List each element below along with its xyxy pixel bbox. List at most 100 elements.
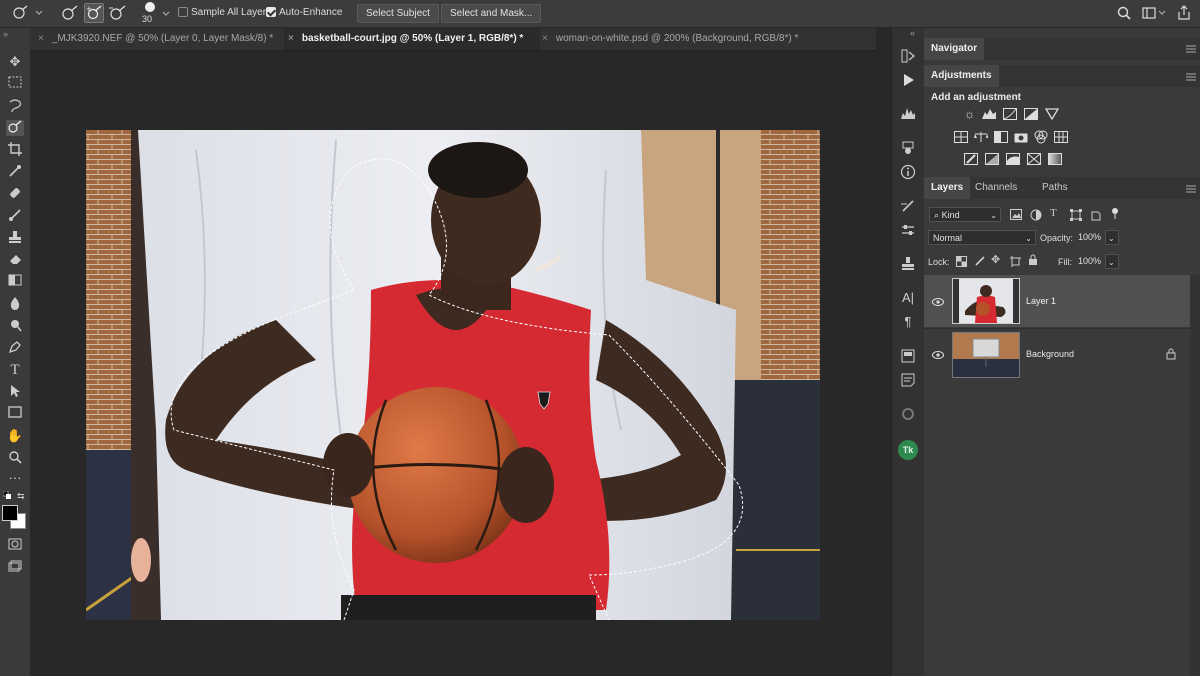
filter-adjustment-icon[interactable] xyxy=(1030,209,1042,224)
threshold-icon[interactable] xyxy=(1006,153,1020,168)
info-icon[interactable] xyxy=(899,164,917,180)
layer-row[interactable]: Layer 1 xyxy=(924,275,1190,327)
more-icon[interactable]: ··· xyxy=(6,470,24,486)
photo-filter-icon[interactable] xyxy=(1014,131,1028,146)
brush-icon[interactable] xyxy=(6,208,24,224)
filter-smart-object-icon[interactable] xyxy=(1090,209,1102,224)
share-icon[interactable] xyxy=(1176,4,1192,22)
opacity-dropdown[interactable]: ⌄ xyxy=(1105,230,1119,245)
eraser-icon[interactable] xyxy=(6,252,24,268)
default-colors-icon[interactable] xyxy=(2,490,13,501)
lock-image-pixels-icon[interactable] xyxy=(974,255,986,270)
marquee-icon[interactable] xyxy=(6,76,24,92)
layer-row[interactable]: Background xyxy=(924,329,1190,381)
lock-artboard-icon[interactable] xyxy=(1010,256,1021,270)
rectangle-icon[interactable] xyxy=(6,406,24,422)
clone-stamp-icon[interactable] xyxy=(6,230,24,246)
panel-collapse-icon[interactable]: « xyxy=(910,28,915,38)
brush-size-picker[interactable]: 30 xyxy=(140,1,172,26)
history-icon[interactable] xyxy=(899,48,917,64)
eyedropper-icon[interactable] xyxy=(6,164,24,180)
filter-type-icon[interactable]: T xyxy=(1050,207,1057,219)
auto-enhance-checkbox[interactable] xyxy=(266,7,276,17)
panel-menu-icon[interactable] xyxy=(1186,184,1196,193)
character-icon[interactable]: A| xyxy=(899,290,917,306)
gradient-map-icon[interactable] xyxy=(1048,153,1062,168)
adjustments-tab[interactable]: Adjustments xyxy=(924,65,999,87)
zoom-icon[interactable] xyxy=(6,450,24,466)
layer-filter-kind-select[interactable]: ⌕ Kind ⌄ xyxy=(929,207,1001,222)
sample-all-layers-checkbox[interactable] xyxy=(178,7,188,17)
close-tab-icon[interactable]: × xyxy=(542,33,548,44)
select-subject-button[interactable]: Select Subject xyxy=(357,4,439,23)
search-icon[interactable] xyxy=(1116,5,1132,21)
document-tab[interactable]: × woman-on-white.psd @ 200% (Background, … xyxy=(540,28,842,50)
panel-menu-icon[interactable] xyxy=(1186,72,1196,81)
hand-icon[interactable]: ✋ xyxy=(6,428,24,444)
layers-scrollbar[interactable] xyxy=(1190,275,1200,676)
filter-pixel-icon[interactable] xyxy=(1010,209,1022,223)
tool-preset-picker[interactable] xyxy=(10,5,43,21)
panel-menu-icon[interactable] xyxy=(1186,44,1196,53)
close-tab-icon[interactable]: × xyxy=(38,33,44,44)
brushes-icon[interactable] xyxy=(899,198,917,214)
curves-icon[interactable] xyxy=(1003,108,1017,123)
healing-brush-icon[interactable] xyxy=(6,186,24,202)
paragraph-icon[interactable]: ¶ xyxy=(899,314,917,330)
subtract-from-selection-brush-icon[interactable] xyxy=(108,4,128,22)
paths-tab[interactable]: Paths xyxy=(1035,177,1075,199)
channels-tab[interactable]: Channels xyxy=(968,177,1024,199)
tool-presets-icon[interactable] xyxy=(899,222,917,238)
brush-settings-icon[interactable] xyxy=(899,140,917,156)
lock-all-icon[interactable] xyxy=(1028,254,1038,269)
hue-saturation-icon[interactable] xyxy=(954,131,968,146)
path-selection-icon[interactable] xyxy=(6,384,24,400)
lock-position-icon[interactable]: ✥ xyxy=(991,253,1000,266)
levels-icon[interactable] xyxy=(982,108,996,123)
libraries-icon[interactable] xyxy=(899,348,917,364)
color-lookup-icon[interactable] xyxy=(1054,131,1068,146)
blend-mode-select[interactable]: Normal ⌄ xyxy=(928,230,1036,245)
exposure-icon[interactable] xyxy=(1024,108,1038,123)
color-balance-icon[interactable] xyxy=(974,131,989,146)
document-canvas[interactable] xyxy=(86,130,820,620)
selective-color-icon[interactable] xyxy=(1027,153,1041,168)
quick-mask-icon[interactable] xyxy=(6,538,24,554)
histogram-icon[interactable] xyxy=(899,106,917,122)
lock-transparent-pixels-icon[interactable] xyxy=(956,256,967,270)
notes-icon[interactable] xyxy=(899,372,917,388)
document-tab[interactable]: × _MJK3920.NEF @ 50% (Layer 0, Layer Mask… xyxy=(36,28,282,50)
actions-play-icon[interactable] xyxy=(899,72,917,88)
dodge-icon[interactable] xyxy=(6,318,24,334)
type-icon[interactable]: T xyxy=(6,362,24,378)
layer-visibility-eye-icon[interactable] xyxy=(932,350,944,359)
workspace-icon[interactable] xyxy=(1141,5,1167,21)
blur-icon[interactable] xyxy=(6,296,24,312)
invert-icon[interactable] xyxy=(964,153,978,168)
posterize-icon[interactable] xyxy=(985,153,999,168)
lasso-icon[interactable] xyxy=(6,98,24,114)
select-and-mask-button[interactable]: Select and Mask... xyxy=(441,4,542,23)
layer-visibility-eye-icon[interactable] xyxy=(932,297,944,306)
tk-panel-icon[interactable]: Tk xyxy=(898,440,918,460)
close-tab-icon[interactable]: × xyxy=(288,33,294,44)
gradient-icon[interactable] xyxy=(6,274,24,290)
fill-dropdown[interactable]: ⌄ xyxy=(1105,254,1119,269)
add-to-selection-brush-icon[interactable]: + xyxy=(84,3,104,23)
quick-selection-icon[interactable] xyxy=(6,120,24,136)
filter-toggle-icon[interactable] xyxy=(1111,207,1119,222)
new-selection-brush-icon[interactable] xyxy=(60,4,80,22)
filter-shape-icon[interactable] xyxy=(1070,209,1082,224)
vibrance-icon[interactable] xyxy=(1044,108,1060,123)
pen-icon[interactable] xyxy=(6,340,24,356)
foreground-color-swatch[interactable] xyxy=(2,505,18,521)
crop-icon[interactable] xyxy=(6,142,24,158)
clone-source-icon[interactable] xyxy=(899,256,917,272)
channel-mixer-icon[interactable] xyxy=(1034,130,1048,147)
layers-tab[interactable]: Layers xyxy=(924,177,971,199)
document-tab-active[interactable]: × basketball-court.jpg @ 50% (Layer 1, RG… xyxy=(284,28,540,50)
plugin-extension-icon[interactable] xyxy=(899,406,917,422)
black-white-icon[interactable] xyxy=(994,131,1008,146)
toolbar-collapse-icon[interactable]: » xyxy=(3,29,8,39)
brightness-contrast-icon[interactable]: ☼ xyxy=(964,107,975,121)
